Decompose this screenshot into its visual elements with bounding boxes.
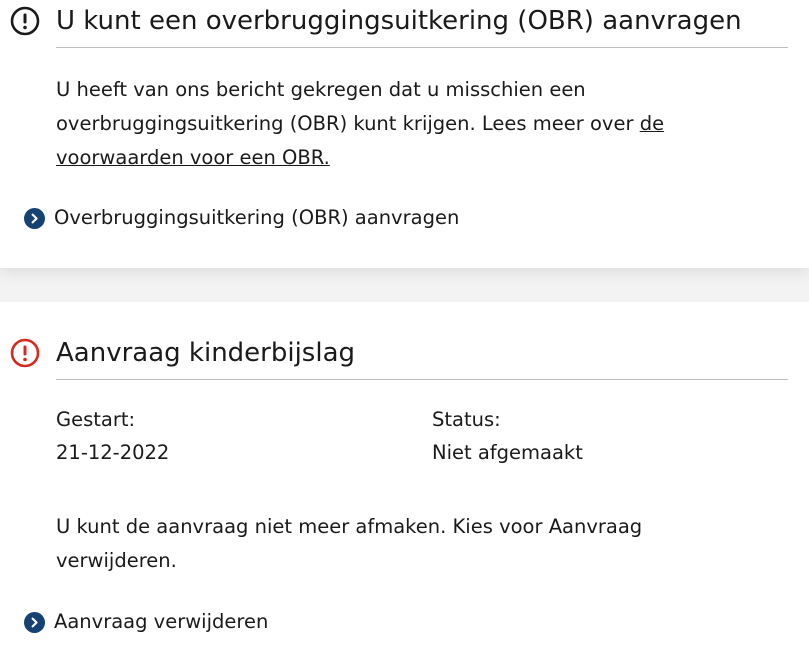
apply-obr-label: Overbruggingsuitkering (OBR) aanvragen: [54, 206, 460, 229]
obr-description: U heeft van ons bericht gekregen dat u m…: [56, 73, 746, 175]
exclamation-circle-icon: [10, 6, 40, 36]
delete-application-link[interactable]: Aanvraag verwijderen: [24, 608, 268, 636]
chevron-right-icon: [24, 611, 45, 633]
started-value: 21-12-2022: [56, 441, 170, 464]
divider: [56, 379, 788, 380]
card-title: U kunt een overbruggingsuitkering (OBR) …: [56, 6, 742, 36]
started-label: Gestart:: [56, 408, 136, 431]
divider: [56, 47, 788, 48]
exclamation-circle-icon: [10, 338, 40, 368]
card-title: Aanvraag kinderbijslag: [56, 338, 356, 368]
obr-description-text: U heeft van ons bericht gekregen dat u m…: [56, 78, 640, 135]
cannot-complete-message: U kunt de aanvraag niet meer afmaken. Ki…: [56, 515, 643, 572]
obr-card: U kunt een overbruggingsuitkering (OBR) …: [0, 0, 809, 268]
status-value: Niet afgemaakt: [432, 441, 583, 464]
status-label: Status:: [432, 408, 501, 431]
delete-application-label: Aanvraag verwijderen: [54, 610, 269, 633]
apply-obr-link[interactable]: Overbruggingsuitkering (OBR) aanvragen: [24, 204, 459, 232]
kinderbijslag-card: Aanvraag kinderbijslag Gestart: 21-12-20…: [0, 302, 809, 665]
chevron-right-icon: [24, 207, 45, 229]
